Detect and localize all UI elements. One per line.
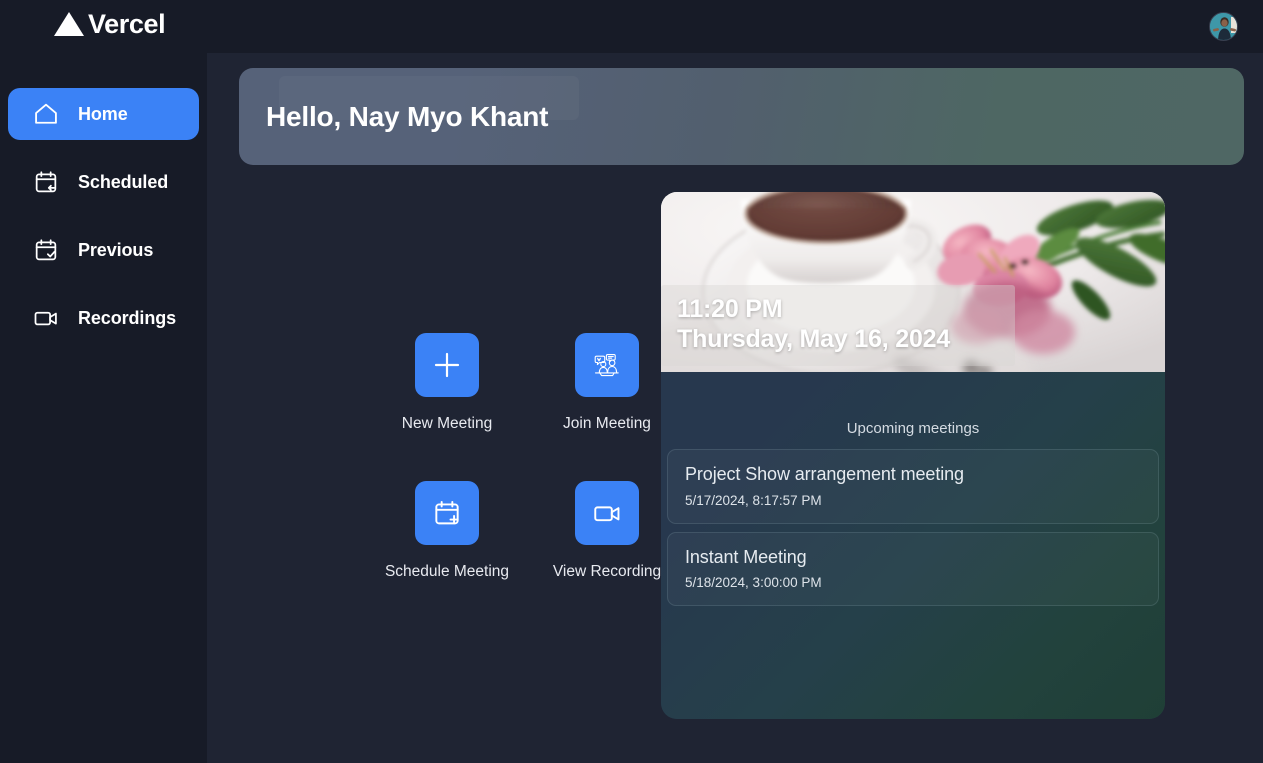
sidebar-item-label: Scheduled	[78, 171, 169, 192]
meeting-name: Project Show arrangement meeting	[685, 464, 964, 484]
calendar-plus-icon	[435, 500, 459, 525]
plus-icon	[434, 352, 460, 378]
sidebar: Home Scheduled Previous Recordings	[0, 53, 207, 763]
view-recording-tile	[575, 481, 639, 545]
new-meeting-button[interactable]: New Meeting	[367, 333, 527, 481]
user-avatar-photo	[1210, 13, 1237, 40]
meeting-name: Instant Meeting	[685, 546, 807, 567]
vercel-triangle-logo	[54, 12, 84, 36]
sidebar-item-label: Home	[78, 103, 128, 124]
list-item[interactable]: Project Show arrangement meeting 5/17/20…	[667, 449, 1159, 524]
action-label: View Recording	[552, 563, 662, 580]
sidebar-item-label: Previous	[78, 239, 154, 260]
top-bar: Vercel	[0, 0, 1263, 53]
current-date: Thursday, May 16, 2024	[677, 324, 951, 353]
action-label: New Meeting	[401, 415, 493, 432]
calendar-arrow-icon	[35, 171, 57, 193]
home-icon	[35, 103, 57, 124]
teacup-with-pink-flowers-photo: 11:20 PM Thursday, May 16, 2024	[661, 192, 1165, 372]
main-content: Hello, Nay Myo Khant New Meeting Join Me…	[207, 53, 1263, 763]
page-title: Hello, Nay Myo Khant	[266, 100, 549, 132]
brand-name: Vercel	[88, 8, 166, 39]
clock-and-meetings-card: 11:20 PM Thursday, May 16, 2024 Upcoming…	[661, 192, 1165, 719]
upcoming-meetings-title: Upcoming meetings	[846, 420, 980, 437]
sidebar-item-home[interactable]: Home	[8, 88, 199, 140]
list-item[interactable]: Instant Meeting 5/18/2024, 3:00:00 PM	[667, 531, 1159, 606]
greeting-banner: Hello, Nay Myo Khant	[239, 68, 1244, 165]
video-camera-icon	[594, 506, 620, 522]
clock-overlay: 11:20 PM Thursday, May 16, 2024	[661, 285, 1015, 366]
avatar[interactable]	[1209, 12, 1238, 41]
upcoming-meetings-section: Upcoming meetings Project Show arrangeme…	[661, 372, 1165, 719]
action-label: Schedule Meeting	[384, 563, 510, 580]
meeting-time: 5/17/2024, 8:17:57 PM	[685, 492, 822, 508]
action-label: Join Meeting	[563, 415, 651, 432]
calendar-check-icon	[35, 239, 57, 261]
new-meeting-tile	[415, 333, 479, 397]
join-meeting-tile	[575, 333, 639, 397]
schedule-meeting-button[interactable]: Schedule Meeting	[367, 481, 527, 629]
video-camera-icon	[34, 311, 57, 326]
schedule-meeting-tile	[415, 481, 479, 545]
people-meeting-icon	[594, 354, 619, 377]
sidebar-item-recordings[interactable]: Recordings	[8, 292, 199, 344]
meeting-time: 5/18/2024, 3:00:00 PM	[685, 575, 822, 590]
sidebar-item-scheduled[interactable]: Scheduled	[8, 156, 199, 208]
sidebar-item-label: Recordings	[78, 307, 177, 328]
sidebar-item-previous[interactable]: Previous	[8, 224, 199, 276]
current-time: 11:20 PM	[677, 295, 783, 323]
brand-logo[interactable]: Vercel	[52, 8, 166, 39]
